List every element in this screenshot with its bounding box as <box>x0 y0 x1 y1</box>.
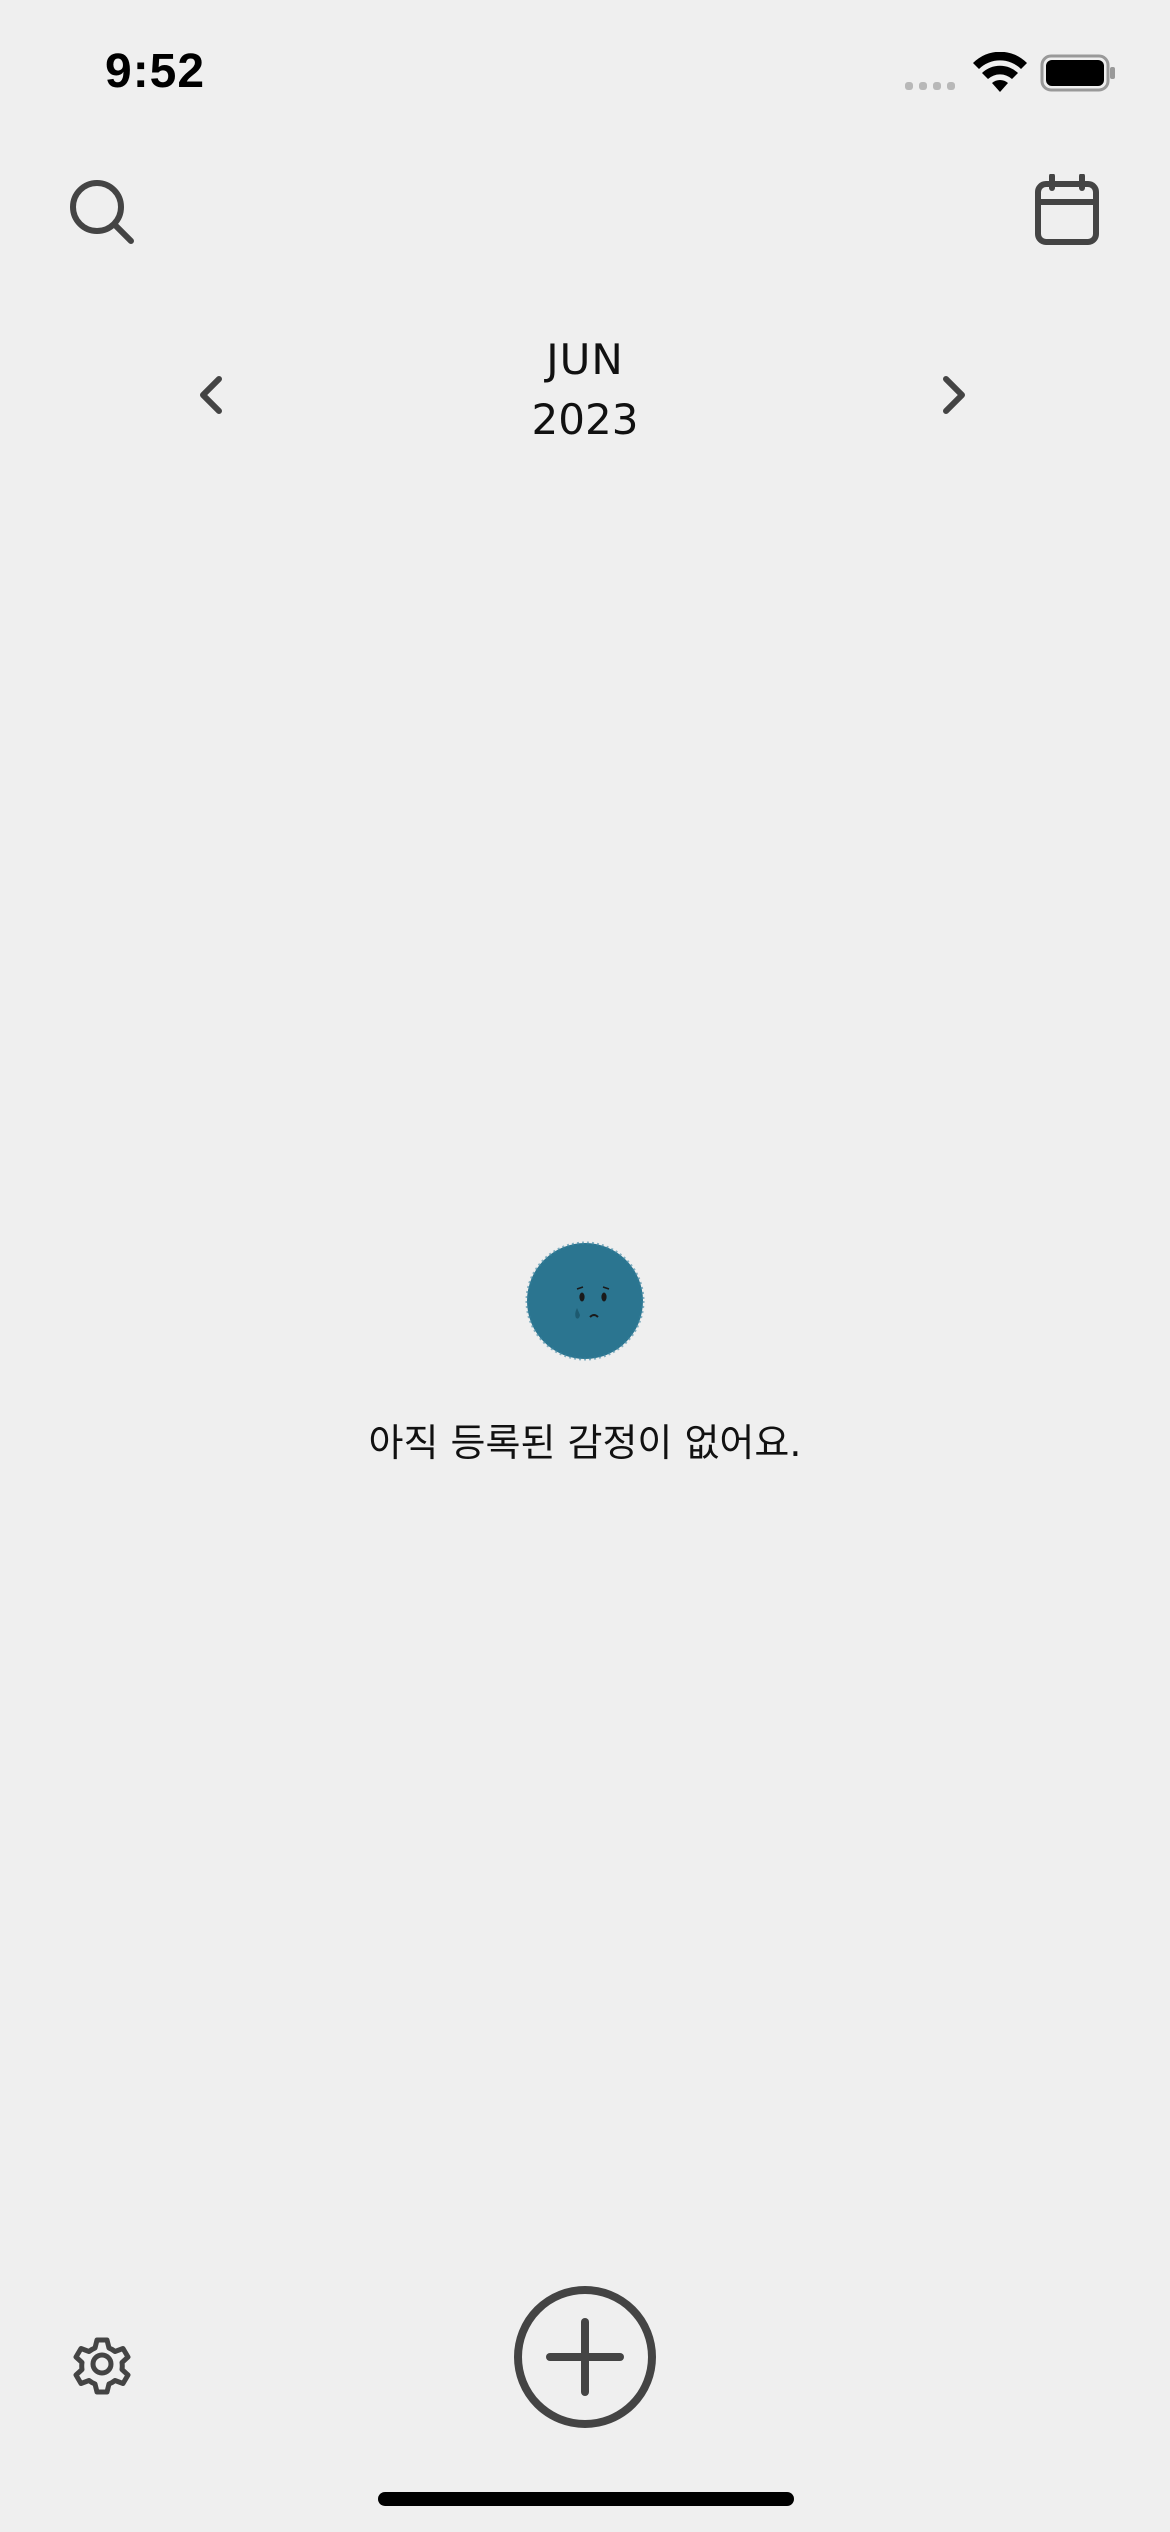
battery-icon <box>1040 54 1116 98</box>
chevron-left-icon <box>200 376 222 414</box>
month-label: JUN <box>546 335 624 384</box>
wifi-icon <box>972 51 1028 100</box>
year-label: 2023 <box>531 395 639 444</box>
home-indicator[interactable] <box>378 2492 794 2506</box>
calendar-button[interactable] <box>1025 168 1109 252</box>
previous-month-button[interactable] <box>180 360 240 430</box>
status-time: 9:52 <box>105 45 206 98</box>
plus-circle-icon <box>514 2286 656 2428</box>
search-icon <box>70 180 134 244</box>
settings-button[interactable] <box>60 2322 144 2406</box>
cellular-signal-icon <box>905 82 955 90</box>
calendar-icon <box>1035 174 1099 245</box>
add-emotion-button[interactable] <box>510 2282 660 2432</box>
sad-face-mascot-icon <box>524 1240 646 1362</box>
empty-state-message: 아직 등록된 감정이 없어요. <box>368 1421 802 1465</box>
month-year-display: JUN 2023 <box>385 330 785 450</box>
chevron-right-icon <box>943 376 965 414</box>
gear-icon <box>73 2337 131 2395</box>
next-month-button[interactable] <box>925 360 985 430</box>
search-button[interactable] <box>60 170 144 254</box>
